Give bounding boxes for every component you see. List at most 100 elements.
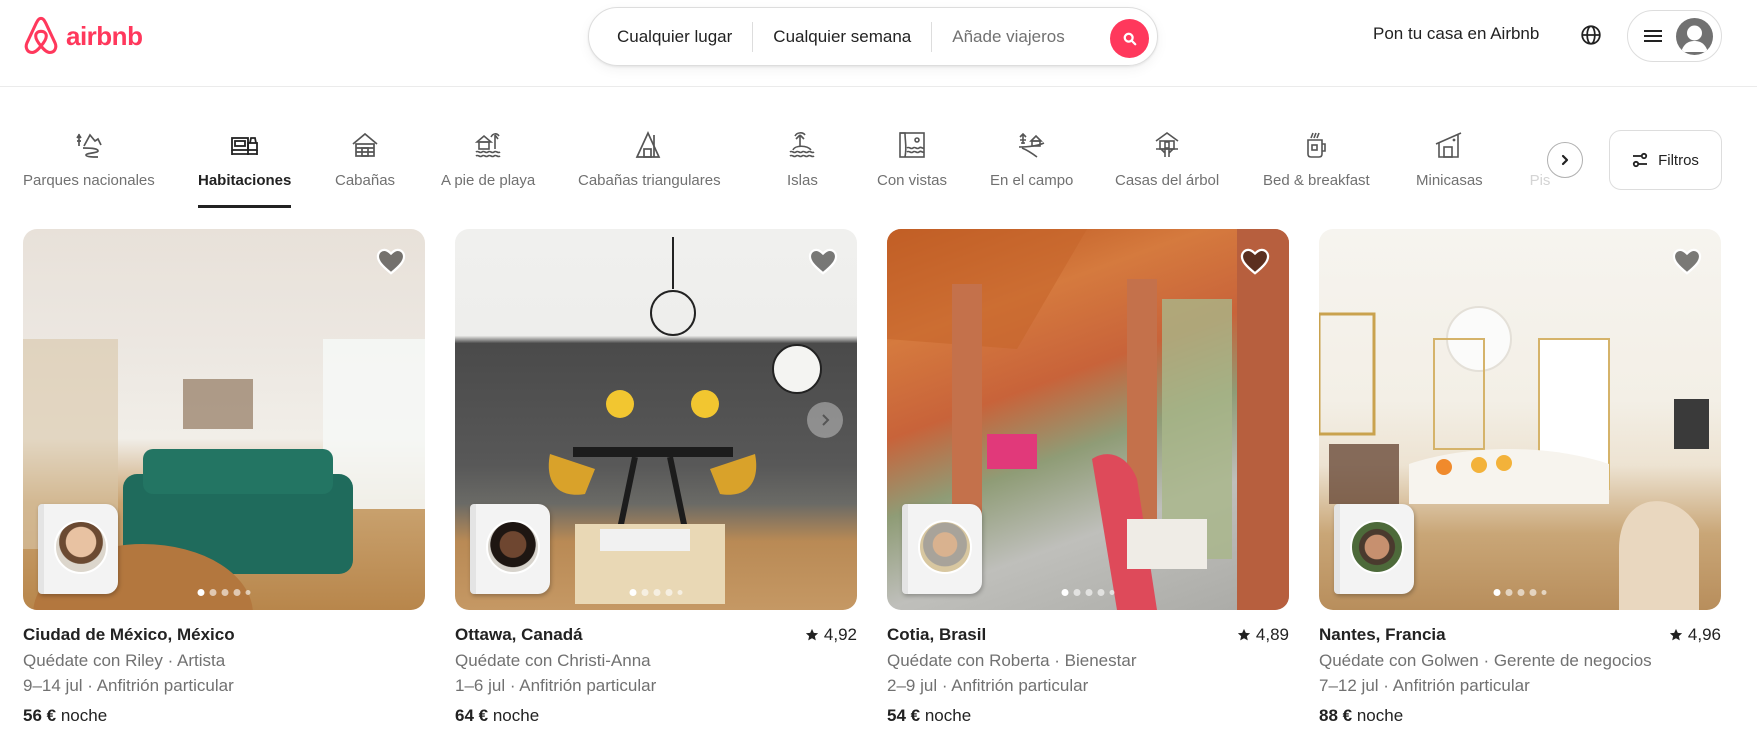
airbnb-belo-icon (24, 16, 58, 54)
category-label: En el campo (990, 172, 1074, 189)
category-label: Habitaciones (198, 172, 292, 189)
become-host-link[interactable]: Pon tu casa en Airbnb (1373, 24, 1539, 44)
host-badge (902, 504, 982, 594)
pagination-dot[interactable] (1529, 589, 1537, 596)
pagination-dot[interactable] (1097, 589, 1105, 596)
category-label: Bed & breakfast (1263, 172, 1370, 189)
category-countryside[interactable]: En el campo (990, 120, 1073, 189)
category-beachfront[interactable]: A pie de playa (441, 120, 535, 189)
listing-photo[interactable] (1319, 229, 1721, 610)
brand-name: airbnb (66, 20, 143, 51)
bedroom-icon (230, 137, 258, 155)
pagination-dot[interactable] (245, 590, 251, 595)
search-bar[interactable]: Cualquier lugar Cualquier semana Añade v… (588, 7, 1158, 66)
location-filter[interactable]: Cualquier lugar (617, 27, 732, 47)
listing-info: Ciudad de México, México Quédate con Ril… (23, 625, 425, 726)
host-badge (470, 504, 550, 594)
photo-pagination (629, 589, 683, 596)
pagination-dot[interactable] (653, 589, 661, 596)
pagination-dot[interactable] (1109, 590, 1115, 595)
host-avatar (1350, 520, 1404, 574)
heart-icon[interactable] (808, 248, 838, 276)
pagination-dot[interactable] (1517, 589, 1525, 596)
category-treehouses[interactable]: Casas del árbol (1115, 120, 1219, 189)
photo-next-button[interactable] (807, 402, 843, 438)
pagination-dot[interactable] (1505, 589, 1513, 596)
category-label: Minicasas (1416, 172, 1483, 189)
pagination-dot[interactable] (1541, 590, 1547, 595)
category-label: A pie de playa (441, 172, 536, 189)
star-icon (1237, 628, 1251, 641)
price-unit: noche (924, 706, 972, 725)
listing-title: Ciudad de México, México (23, 625, 235, 644)
globe-icon[interactable] (1580, 24, 1602, 46)
listing-card[interactable]: Nantes, Francia 4,96 Quédate con Golwen … (1319, 229, 1721, 726)
pagination-dot[interactable] (221, 589, 229, 596)
category-scroll-next-button[interactable] (1547, 142, 1583, 178)
amazing-views-icon (899, 132, 925, 158)
category-islands[interactable]: Islas (787, 120, 818, 189)
listing-rating: 4,96 (1669, 625, 1721, 645)
user-menu-button[interactable] (1627, 10, 1722, 62)
category-cabins[interactable]: Cabañas (335, 120, 395, 189)
listing-info: Ottawa, Canadá 4,92 Quédate con Christi-… (455, 625, 857, 726)
pagination-dot[interactable] (629, 589, 637, 596)
listing-title: Ottawa, Canadá (455, 625, 583, 644)
price-unit: noche (1356, 706, 1404, 725)
listing-card[interactable]: Ottawa, Canadá 4,92 Quédate con Christi-… (455, 229, 857, 726)
pagination-dot[interactable] (1073, 589, 1081, 596)
photo-pagination (1061, 589, 1115, 596)
listing-photo[interactable] (455, 229, 857, 610)
listing-info: Nantes, Francia 4,96 Quédate con Golwen … (1319, 625, 1721, 726)
filters-button[interactable]: Filtros (1609, 130, 1722, 190)
price-amount: 64 € (455, 706, 489, 725)
heart-icon[interactable] (1672, 248, 1702, 276)
heart-icon[interactable] (1240, 248, 1270, 276)
bed-and-breakfast-icon (1307, 132, 1327, 158)
category-amazing-views[interactable]: Con vistas (877, 120, 947, 189)
heart-icon[interactable] (376, 248, 406, 276)
search-button[interactable] (1110, 19, 1149, 58)
pagination-dot[interactable] (1061, 589, 1069, 596)
listing-photo[interactable] (23, 229, 425, 610)
pagination-dot[interactable] (677, 590, 683, 595)
pagination-dot[interactable] (665, 589, 673, 596)
category-rooms[interactable]: Habitaciones (198, 120, 292, 208)
category-bed-and-breakfast[interactable]: Bed & breakfast (1263, 120, 1370, 189)
rating-value: 4,96 (1687, 625, 1721, 644)
category-label: Pis (1529, 172, 1551, 189)
listing-card[interactable]: Ciudad de México, México Quédate con Ril… (23, 229, 425, 726)
pagination-dot[interactable] (641, 589, 649, 596)
pagination-dot[interactable] (1493, 589, 1501, 596)
guests-filter[interactable]: Añade viajeros (952, 27, 1064, 47)
category-tiny-homes[interactable]: Minicasas (1416, 120, 1483, 189)
listing-title: Cotia, Brasil (887, 625, 987, 644)
listing-dates: 2–9 jul · Anfitrión particular (887, 676, 1089, 695)
filters-label: Filtros (1658, 151, 1699, 169)
rating-value: 4,89 (1255, 625, 1289, 644)
listing-dates: 9–14 jul · Anfitrión particular (23, 676, 234, 695)
listing-photo[interactable] (887, 229, 1289, 610)
countryside-icon (1018, 132, 1045, 158)
airbnb-logo[interactable]: airbnb (22, 16, 143, 56)
category-a-frames[interactable]: Cabañas triangulares (578, 120, 721, 189)
photo-pagination (1493, 589, 1547, 596)
category-national-parks[interactable]: Parques nacionales (23, 120, 155, 189)
pagination-dot[interactable] (233, 589, 241, 596)
dates-filter[interactable]: Cualquier semana (773, 27, 911, 47)
star-icon (1669, 628, 1683, 641)
tiny-home-icon (1436, 132, 1462, 158)
host-avatar (486, 520, 540, 574)
beachfront-icon (474, 133, 501, 158)
listing-price: 88 € noche (1319, 706, 1721, 726)
pagination-dot[interactable] (1085, 589, 1093, 596)
chevron-right-icon (822, 414, 830, 426)
listing-dates: 7–12 jul · Anfitrión particular (1319, 676, 1530, 695)
price-unit: noche (60, 706, 108, 725)
pagination-dot[interactable] (209, 589, 217, 596)
listing-card[interactable]: Cotia, Brasil 4,89 Quédate con Roberta ·… (887, 229, 1289, 726)
listing-host: Quédate con Riley · Artista (23, 651, 226, 670)
pagination-dot[interactable] (197, 589, 205, 596)
a-frame-icon (635, 130, 661, 158)
category-bar: Parques nacionales Habitaciones Cabañas (0, 120, 1757, 210)
